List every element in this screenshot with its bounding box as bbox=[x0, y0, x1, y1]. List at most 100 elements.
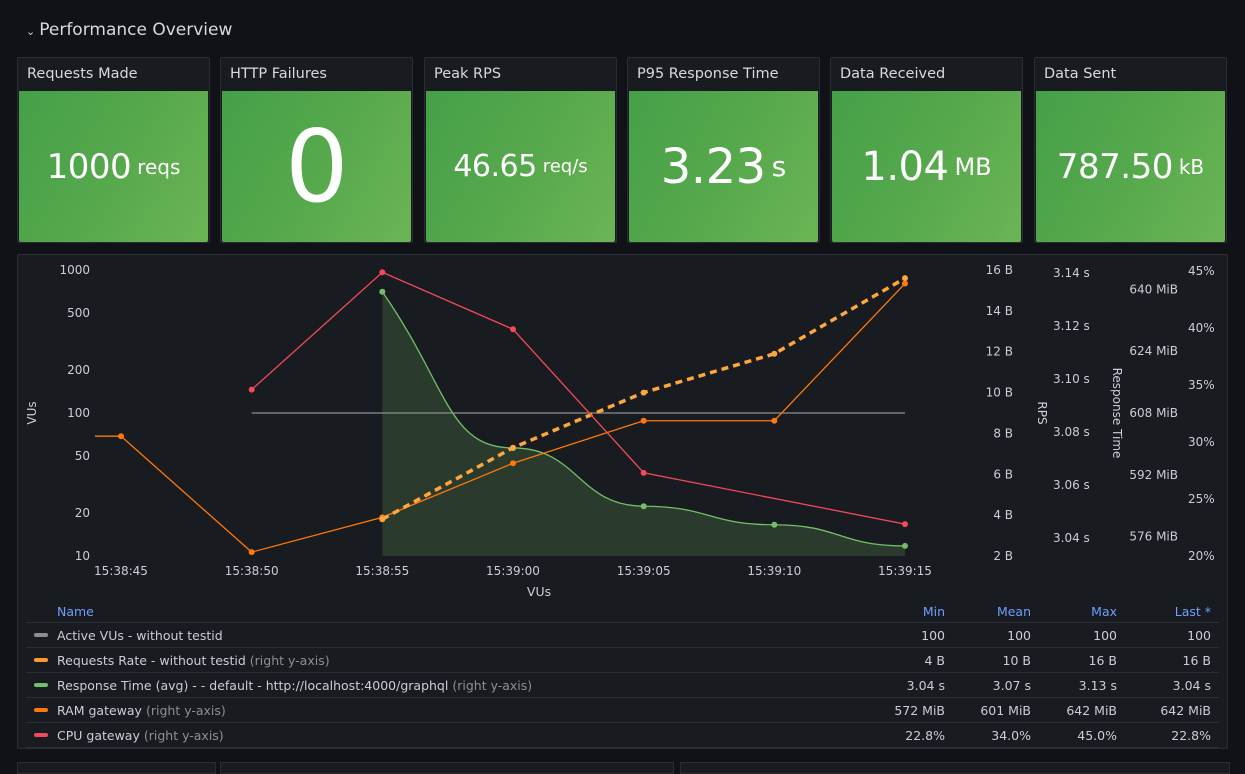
data-point[interactable] bbox=[640, 469, 647, 476]
y-tick-label-resp: 3.06 s bbox=[1053, 478, 1090, 492]
data-point[interactable] bbox=[640, 417, 647, 424]
series-color-swatch[interactable] bbox=[34, 683, 48, 687]
legend-min: 3.04 s bbox=[906, 677, 945, 693]
data-point[interactable] bbox=[902, 280, 908, 287]
timeseries-chart[interactable]: 1000 500 200 100 50 20 10 15:38:45 15:38:50 15:3… bbox=[0, 0, 1245, 600]
legend-row[interactable]: Response Time (avg) - - default - http:/… bbox=[26, 673, 1219, 698]
legend-series-name[interactable]: Response Time (avg) - - default - http:/… bbox=[26, 678, 865, 693]
series-color-swatch[interactable] bbox=[34, 658, 48, 662]
data-point[interactable] bbox=[379, 288, 386, 295]
legend-last: 100 bbox=[1187, 627, 1211, 643]
data-point[interactable] bbox=[640, 503, 647, 510]
x-tick-label: 15:39:15 bbox=[878, 564, 932, 578]
legend-name-text: Response Time (avg) - - default - http:/… bbox=[57, 677, 449, 693]
legend-name-text: CPU gateway bbox=[57, 727, 140, 743]
legend-mean: 3.07 s bbox=[992, 677, 1031, 693]
data-point[interactable] bbox=[510, 444, 516, 451]
legend-header-mean[interactable]: Mean bbox=[945, 604, 1031, 619]
legend-mean: 100 bbox=[1007, 627, 1031, 643]
y-tick-label-cpu: 25% bbox=[1188, 492, 1215, 506]
legend-min: 22.8% bbox=[905, 727, 945, 743]
legend-max: 45.0% bbox=[1077, 727, 1117, 743]
y-tick-label-rps: 8 B bbox=[993, 426, 1013, 440]
next-panel-edge bbox=[680, 762, 1230, 774]
data-point[interactable] bbox=[510, 326, 516, 333]
y-tick-label-ram: 576 MiB bbox=[1129, 530, 1178, 544]
y-tick-label-left: 20 bbox=[75, 506, 90, 520]
legend-header: Name Min Mean Max Last * bbox=[26, 600, 1219, 623]
y-tick-label-left: 10 bbox=[75, 549, 90, 563]
data-point[interactable] bbox=[771, 521, 778, 528]
data-point[interactable] bbox=[379, 269, 386, 276]
y-tick-label-rps: 6 B bbox=[993, 467, 1013, 481]
legend-table: Name Min Mean Max Last * Active VUs - wi… bbox=[26, 600, 1219, 748]
y-tick-label-ram: 624 MiB bbox=[1129, 344, 1178, 358]
data-point[interactable] bbox=[640, 389, 647, 396]
legend-max: 16 B bbox=[1088, 652, 1117, 668]
data-point[interactable] bbox=[118, 433, 124, 440]
y-tick-label-resp: 3.08 s bbox=[1053, 425, 1090, 439]
legend-axis-hint: (right y-axis) bbox=[145, 702, 226, 718]
legend-series-name[interactable]: RAM gateway (right y-axis) bbox=[26, 703, 865, 718]
legend-header-max[interactable]: Max bbox=[1031, 604, 1117, 619]
legend-header-min[interactable]: Min bbox=[865, 604, 945, 619]
series-color-swatch[interactable] bbox=[34, 733, 48, 737]
y-axis-label-left: VUs bbox=[25, 401, 39, 424]
y-tick-label-rps: 10 B bbox=[986, 386, 1013, 400]
data-point[interactable] bbox=[510, 460, 516, 467]
legend-last: 642 MiB bbox=[1160, 702, 1211, 718]
y-tick-label-rps: 2 B bbox=[993, 549, 1013, 563]
y-tick-label-resp: 3.14 s bbox=[1053, 266, 1090, 280]
legend-header-name[interactable]: Name bbox=[57, 604, 94, 619]
legend-name-text: Requests Rate - without testid bbox=[57, 652, 246, 668]
legend-row[interactable]: Active VUs - without testid 100 100 100 100 bbox=[26, 623, 1219, 648]
y-tick-label-rps: 14 B bbox=[986, 304, 1013, 318]
legend-mean: 34.0% bbox=[991, 727, 1031, 743]
legend-name-text: Active VUs - without testid bbox=[57, 627, 223, 643]
y-tick-label-cpu: 30% bbox=[1188, 435, 1215, 449]
y-tick-label-cpu: 40% bbox=[1188, 321, 1215, 335]
data-point[interactable] bbox=[248, 386, 255, 393]
legend-min: 4 B bbox=[924, 652, 945, 668]
y-tick-label-cpu: 45% bbox=[1188, 264, 1215, 278]
series-color-swatch[interactable] bbox=[34, 708, 48, 712]
legend-series-name[interactable]: Active VUs - without testid bbox=[26, 628, 865, 643]
y-tick-label-ram: 592 MiB bbox=[1129, 468, 1178, 482]
data-point[interactable] bbox=[902, 275, 908, 282]
x-tick-label: 15:39:05 bbox=[617, 564, 671, 578]
y-tick-label-resp: 3.10 s bbox=[1053, 372, 1090, 386]
legend-min: 572 MiB bbox=[894, 702, 945, 718]
legend-mean: 601 MiB bbox=[980, 702, 1031, 718]
legend-row[interactable]: CPU gateway (right y-axis) 22.8% 34.0% 45.0%… bbox=[26, 723, 1219, 748]
y-tick-label-resp: 3.04 s bbox=[1053, 531, 1090, 545]
data-point[interactable] bbox=[902, 521, 908, 528]
y-tick-label-left: 1000 bbox=[59, 263, 90, 277]
legend-series-name[interactable]: Requests Rate - without testid (right y-a… bbox=[26, 653, 865, 668]
next-panel-edge bbox=[17, 762, 216, 774]
legend-last: 22.8% bbox=[1171, 727, 1211, 743]
legend-header-last[interactable]: Last * bbox=[1117, 604, 1219, 619]
legend-row[interactable]: RAM gateway (right y-axis) 572 MiB 601 MiB 6… bbox=[26, 698, 1219, 723]
y-tick-label-left: 200 bbox=[67, 363, 90, 377]
data-point[interactable] bbox=[771, 350, 778, 357]
legend-max: 100 bbox=[1093, 627, 1117, 643]
data-point[interactable] bbox=[902, 542, 908, 549]
y-tick-label-left: 50 bbox=[75, 449, 90, 463]
series-color-swatch[interactable] bbox=[34, 633, 48, 637]
legend-name-text: RAM gateway bbox=[57, 702, 142, 718]
y-tick-label-ram: 608 MiB bbox=[1129, 406, 1178, 420]
legend-row[interactable]: Requests Rate - without testid (right y-a… bbox=[26, 648, 1219, 673]
next-panel-edge bbox=[220, 762, 674, 774]
data-point[interactable] bbox=[379, 516, 386, 523]
legend-max: 3.13 s bbox=[1078, 677, 1117, 693]
x-axis-label: VUs bbox=[527, 584, 551, 599]
y-tick-label-rps: 4 B bbox=[993, 508, 1013, 522]
legend-series-name[interactable]: CPU gateway (right y-axis) bbox=[26, 728, 865, 743]
y-tick-label-left: 100 bbox=[67, 406, 90, 420]
legend-min: 100 bbox=[921, 627, 945, 643]
y-axis-label-response-time: Response Time bbox=[1110, 368, 1124, 459]
y-tick-label-ram: 640 MiB bbox=[1129, 282, 1178, 296]
data-point[interactable] bbox=[248, 549, 255, 556]
data-point[interactable] bbox=[771, 417, 778, 424]
legend-axis-hint: (right y-axis) bbox=[249, 652, 330, 668]
